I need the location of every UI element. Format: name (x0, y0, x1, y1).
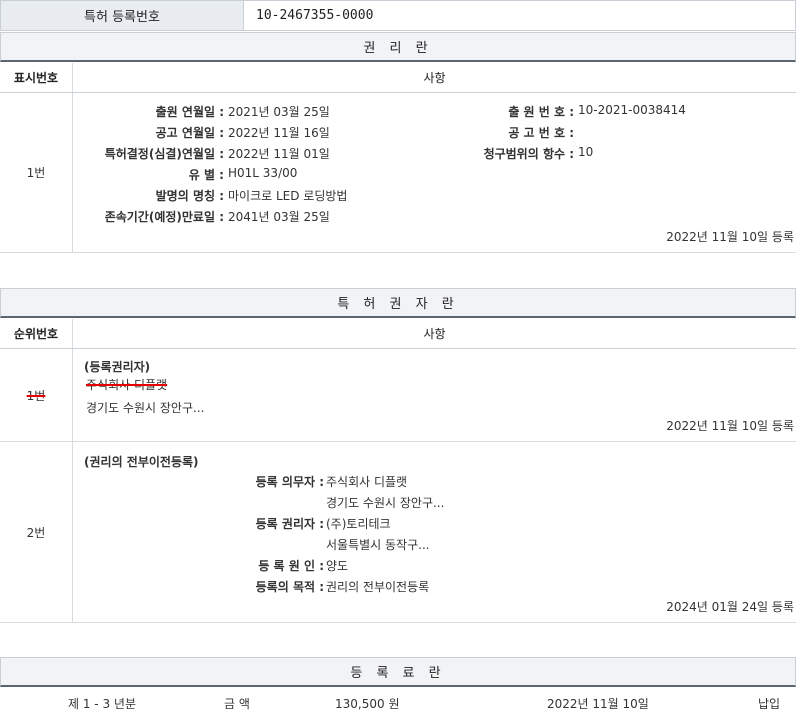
rights-row: 1번 출원 연월일 : 2021년 03월 25일 공고 연월일 : 2022년… (0, 93, 796, 253)
col-display-number: 표시번호 (13, 71, 59, 85)
rights-row-body: 출원 연월일 : 2021년 03월 25일 공고 연월일 : 2022년 11… (72, 93, 796, 252)
patentee-row-1-body: (등록권리자) 주식회사 디플랫 경기도 수원시 장안구... 2022년 11… (72, 349, 796, 441)
invention-title-value: 마이크로 LED 로딩방법 (228, 189, 348, 203)
publication-number-label: 공 고 번 호 : (508, 126, 574, 140)
obligor-name: 주식회사 디플랫 (326, 475, 408, 489)
fee-amount-label: 금 액 (224, 697, 250, 711)
col-matter: 사항 (72, 319, 796, 348)
filing-date-label: 출원 연월일 : (155, 105, 224, 119)
entry-heading: (권리의 전부이전등록) (84, 455, 199, 469)
purpose-label: 등록의 목적 : (255, 580, 324, 594)
patentee-section-header: 특 허 권 자 란 (0, 288, 796, 318)
filing-date-value: 2021년 03월 25일 (228, 105, 330, 119)
registration-number: 10-2467355-0000 (256, 8, 374, 23)
fee-period: 제 1 - 3 년분 (68, 697, 136, 711)
expiry-date-label: 존속기간(예정)만료일 : (104, 210, 224, 224)
claims-count-label: 청구범위의 항수 : (483, 147, 574, 161)
invention-title-label: 발명의 명칭 : (155, 189, 224, 203)
registration-date: 2022년 11월 10일 등록 (666, 419, 794, 433)
obligor-label: 등록 의무자 : (255, 475, 324, 489)
holder-address: 서울특별시 동작구... (326, 538, 430, 552)
col-matter: 사항 (72, 63, 796, 92)
application-number-label: 출 원 번 호 : (508, 105, 574, 119)
patentee-row-1: 1번 (등록권리자) 주식회사 디플랫 경기도 수원시 장안구... 2022년… (0, 349, 796, 442)
rights-section-header: 권 리 란 (0, 32, 796, 62)
fee-status: 납입 (758, 697, 781, 711)
fee-amount: 130,500 원 (335, 697, 400, 711)
expiry-date-value: 2041년 03월 25일 (228, 210, 330, 224)
obligor-address: 경기도 수원시 장안구... (326, 496, 445, 510)
row-number: 1번 (26, 166, 46, 180)
cause-value: 양도 (326, 559, 349, 573)
registration-date: 2024년 01월 24일 등록 (666, 600, 794, 614)
fee-row: 제 1 - 3 년분 금 액 130,500 원 2022년 11월 10일 납… (0, 688, 796, 716)
holder-name: 주식회사 디플랫 (86, 378, 168, 392)
classification-label: 유 별 : (188, 168, 224, 182)
holder-name: (주)토리테크 (326, 517, 391, 531)
fee-date: 2022년 11월 10일 (547, 697, 649, 711)
decision-date-value: 2022년 11월 01일 (228, 147, 330, 161)
registration-date: 2022년 11월 10일 등록 (666, 230, 794, 244)
col-rank-number: 순위번호 (13, 327, 59, 341)
patentee-row-2-body: (권리의 전부이전등록) 등록 의무자 : 주식회사 디플랫 경기도 수원시 장… (72, 442, 796, 622)
entry-heading: (등록권리자) (84, 360, 151, 374)
registration-label: 특허 등록번호 (1, 1, 244, 30)
registration-bar: 특허 등록번호 10-2467355-0000 (0, 0, 796, 31)
fees-section-header: 등 록 료 란 (0, 657, 796, 687)
decision-date-label: 특허결정(심결)연월일 : (104, 147, 224, 161)
cause-label: 등 록 원 인 : (258, 559, 324, 573)
holder-label: 등록 권리자 : (255, 517, 324, 531)
patentee-column-header: 순위번호 사항 (0, 319, 796, 349)
rights-column-header: 표시번호 사항 (0, 63, 796, 93)
holder-address: 경기도 수원시 장안구... (86, 401, 205, 415)
publication-date-value: 2022년 11월 16일 (228, 126, 330, 140)
publication-date-label: 공고 연월일 : (155, 126, 224, 140)
row-number: 1번 (26, 388, 46, 403)
application-number-value: 10-2021-0038414 (578, 103, 686, 117)
claims-count-value: 10 (578, 145, 594, 159)
purpose-value: 권리의 전부이전등록 (326, 580, 430, 594)
classification-value: H01L 33/00 (228, 166, 298, 180)
row-number: 2번 (26, 525, 46, 540)
patentee-row-2: 2번 (권리의 전부이전등록) 등록 의무자 : 주식회사 디플랫 경기도 수원… (0, 442, 796, 623)
